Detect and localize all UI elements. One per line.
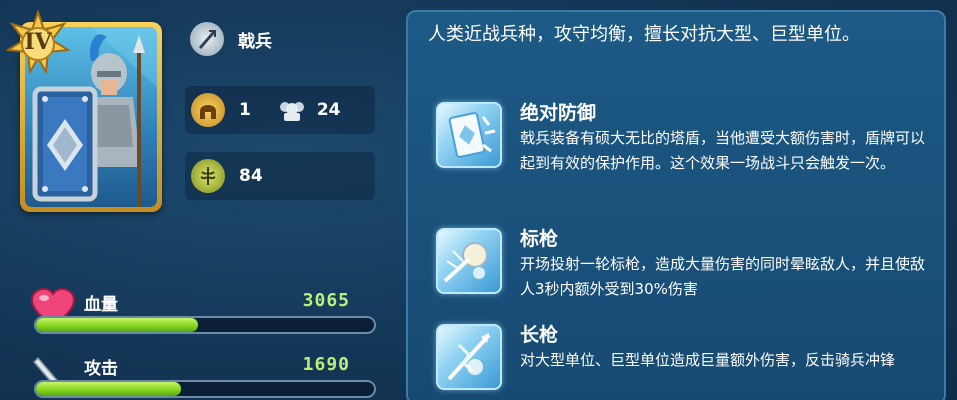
- attack-bar-fill: [36, 382, 182, 396]
- hp-stat: 血量 3065: [30, 287, 380, 338]
- rank-badge: IV: [6, 10, 70, 74]
- melee-class-icon: [190, 22, 224, 56]
- attack-label: 攻击: [84, 359, 118, 379]
- skill-name: 长枪: [520, 324, 559, 346]
- hp-label: 血量: [84, 295, 118, 315]
- skill-description: 开场投射一轮标枪，造成大量伤害的同时晕眩敌人，并且使敌人3秒内额外受到30%伤害: [520, 255, 926, 298]
- unit-description: 人类近战兵种，攻守均衡，擅长对抗大型、巨型单位。: [428, 24, 860, 45]
- power-value: 84: [239, 166, 263, 186]
- skill-javelin[interactable]: 标枪 开场投射一轮标枪，造成大量伤害的同时晕眩敌人，并且使敌人3秒内额外受到30…: [436, 224, 936, 324]
- hp-value: 3065: [302, 290, 350, 311]
- skill-name: 绝对防御: [520, 102, 597, 124]
- rank-text: IV: [24, 29, 52, 55]
- shield-skill-icon: [436, 102, 502, 168]
- description-panel: 人类近战兵种，攻守均衡，擅长对抗大型、巨型单位。 绝对防御 戟兵装备有硕大无比的…: [406, 10, 946, 400]
- skill-long-spear[interactable]: 长枪 对大型单位、巨型单位造成巨量额外伤害，反击骑兵冲锋: [436, 320, 936, 400]
- troops-icon: [275, 97, 309, 123]
- unit-info-panel: IV 戟兵 1 24 84 血量 3065 攻击 1690: [0, 0, 400, 400]
- javelin-skill-icon: [436, 228, 502, 294]
- level-troops-row: 1 24: [185, 86, 375, 134]
- skill-name: 标枪: [520, 228, 559, 250]
- skill-description: 戟兵装备有硕大无比的塔盾，当他遭受大额伤害时，盾牌可以起到有效的保护作用。这个效…: [520, 129, 926, 172]
- skill-description: 对大型单位、巨型单位造成巨量额外伤害，反击骑兵冲锋: [520, 351, 896, 369]
- attack-bar: [34, 380, 376, 398]
- attack-value: 1690: [302, 354, 350, 375]
- skill-absolute-defense[interactable]: 绝对防御 戟兵装备有硕大无比的塔盾，当他遭受大额伤害时，盾牌可以起到有效的保护作…: [436, 98, 936, 198]
- unit-name: 戟兵: [238, 31, 272, 52]
- level-value: 1: [239, 100, 251, 120]
- hp-bar: [34, 316, 376, 334]
- laurel-power-icon: [191, 159, 225, 193]
- helmet-level-icon: [191, 93, 225, 127]
- power-row: 84: [185, 152, 375, 200]
- attack-stat: 攻击 1690: [30, 352, 380, 400]
- troops-value: 24: [316, 100, 341, 120]
- spear-skill-icon: [436, 324, 502, 390]
- unit-name-row: 戟兵: [190, 22, 272, 56]
- hp-bar-fill: [36, 318, 199, 332]
